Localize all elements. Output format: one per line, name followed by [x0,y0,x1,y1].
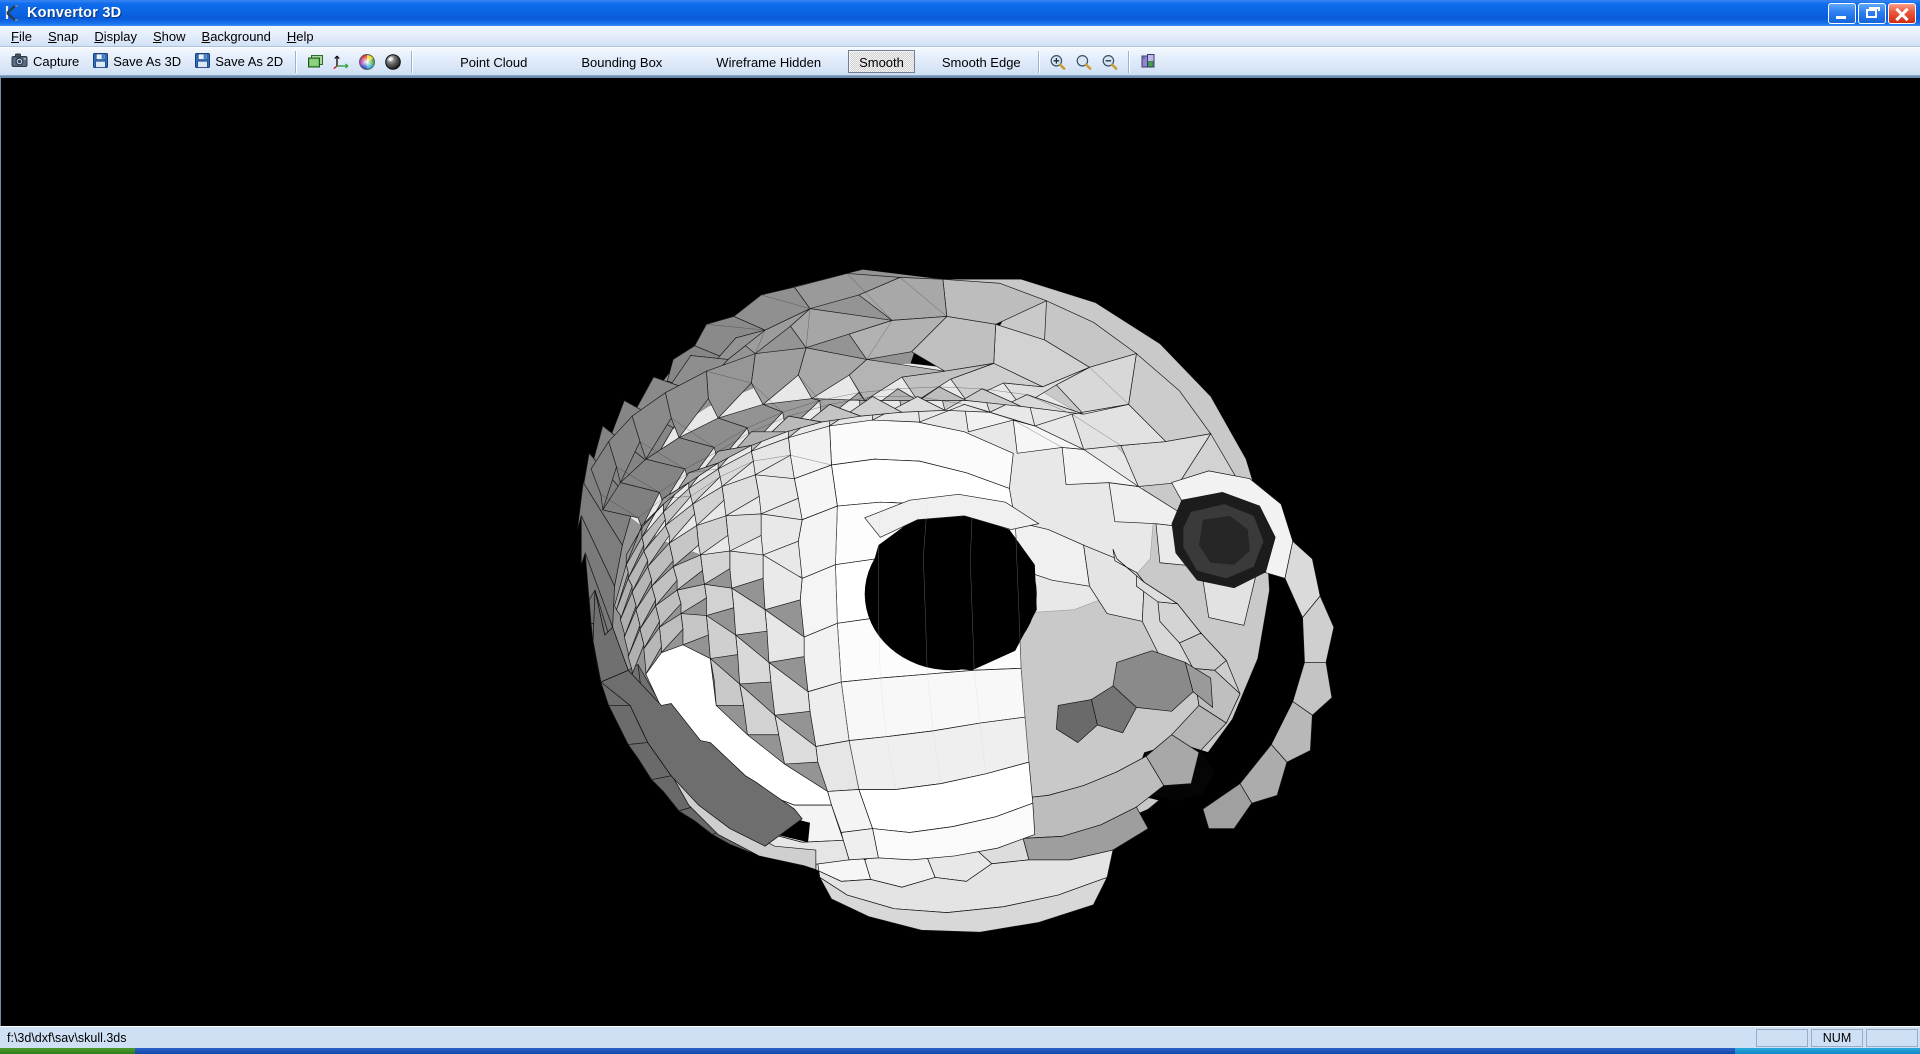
taskbar-main-strip [135,1048,1735,1054]
floppy-disk-icon [93,52,109,71]
3d-viewport[interactable] [1,78,1920,1026]
statusbar: f:\3d\dxf\sav\skull.3ds NUM [0,1026,1920,1048]
scene-properties-icon[interactable] [1135,50,1161,74]
capture-label: Capture [33,54,80,69]
taskbar-tray-strip [1735,1048,1920,1054]
save-as-2d-label: Save As 2D [215,54,284,69]
status-path: f:\3d\dxf\sav\skull.3ds [7,1030,127,1045]
mode-smooth[interactable]: Smooth [848,50,915,73]
zoom-in-icon[interactable] [1045,50,1071,74]
left-eye-socket [864,513,1037,671]
color-wheel-icon[interactable] [354,50,380,74]
axis-icon[interactable] [328,50,354,74]
restore-button[interactable] [1858,2,1886,24]
menubar: File Snap Display Show Background Help [0,26,1920,47]
close-button[interactable] [1888,2,1916,24]
toolbar: Capture Save As 3D Save As 2D Point Clou… [0,47,1920,76]
save-as-3d-button[interactable]: Save As 3D [86,50,188,74]
window-title: Konvertor 3D [27,5,122,21]
zoom-actual-icon[interactable] [1071,50,1097,74]
status-pane-num: NUM [1811,1028,1863,1047]
menu-item-background[interactable]: Background [194,28,279,45]
save-as-3d-label: Save As 3D [113,54,182,69]
toolbar-separator [1127,50,1130,73]
viewport-container[interactable] [0,76,1920,1026]
material-sphere-icon[interactable] [380,50,406,74]
save-as-2d-button[interactable]: Save As 2D [188,50,290,74]
window-controls [1828,2,1916,24]
taskbar-strip [0,1048,1920,1054]
zoom-out-icon[interactable] [1097,50,1123,74]
toolbar-separator [295,50,298,73]
camera-icon [11,53,28,71]
menu-item-file[interactable]: File [3,28,40,45]
konvertor-k-icon [4,4,22,22]
status-pane-left [1756,1028,1808,1047]
mode-point-cloud[interactable]: Point Cloud [449,50,538,73]
mode-smooth-edge[interactable]: Smooth Edge [931,50,1032,73]
menu-item-snap[interactable]: Snap [40,28,86,45]
titlebar[interactable]: Konvertor 3D [0,0,1920,26]
mode-wireframe-hidden[interactable]: Wireframe Hidden [705,50,832,73]
status-pane-right [1866,1028,1918,1047]
mode-bounding-box[interactable]: Bounding Box [570,50,673,73]
floppy-disk-icon [195,52,211,71]
minimize-button[interactable] [1828,2,1856,24]
konvertor-3d-window: Konvertor 3D File Snap Display Show Back… [0,0,1920,1054]
toolbar-separator [1037,50,1040,73]
capture-button[interactable]: Capture [4,50,86,74]
start-button-strip[interactable] [0,1048,135,1054]
skull-mesh [22,78,1899,1026]
menu-item-show[interactable]: Show [145,28,194,45]
layers-icon[interactable] [302,50,328,74]
toolbar-separator [411,50,414,73]
menu-item-help[interactable]: Help [279,28,322,45]
menu-item-display[interactable]: Display [86,28,145,45]
